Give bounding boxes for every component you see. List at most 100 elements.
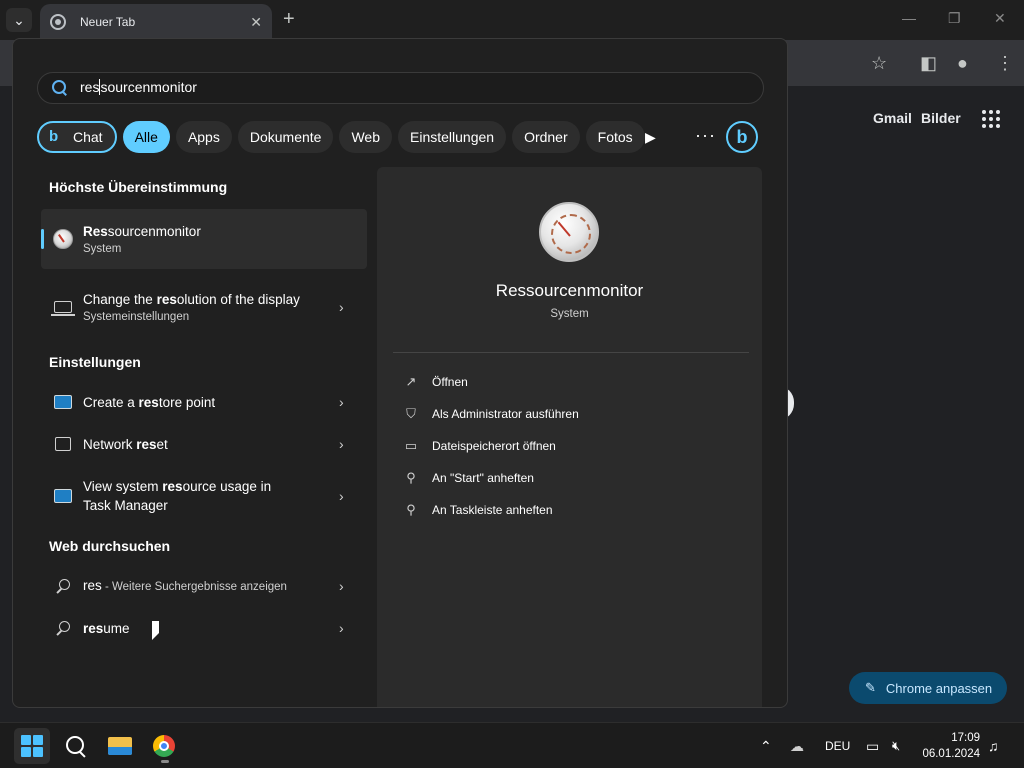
taskbar-clock[interactable]: 17:09 06.01.2024 [918, 730, 980, 762]
filter-chip-label: Einstellungen [410, 129, 495, 145]
action-label: An "Start" anheften [432, 471, 534, 485]
result-title: View system resource usage in [83, 479, 272, 494]
mouse-cursor [152, 621, 159, 640]
profile-icon[interactable]: ● [957, 53, 968, 74]
customize-chrome-button[interactable]: ✎ Chrome anpassen [849, 672, 1007, 704]
chevron-right-icon[interactable]: › [339, 394, 351, 410]
maximize-button[interactable]: ❐ [948, 10, 961, 27]
action-pin-to-start[interactable]: ⚲ An "Start" anheften [403, 468, 534, 488]
taskbar: ⌃ ☁ DEU ▭ 🔇︎ 17:09 06.01.2024 ♫ [0, 722, 1024, 768]
file-explorer-button[interactable] [102, 728, 138, 764]
result-title: Create a restore point [83, 394, 216, 410]
search-input[interactable]: ressourcenmonitor [37, 72, 764, 104]
filter-chip-label: Fotos [597, 129, 633, 145]
windows-search-flyout: ressourcenmonitor b Chat Alle Apps Dokum… [12, 38, 788, 708]
action-label: Dateispeicherort öffnen [432, 439, 556, 453]
clock-time: 17:09 [951, 732, 980, 744]
customize-chrome-label: Chrome anpassen [885, 680, 993, 696]
chevron-right-icon[interactable]: › [339, 436, 351, 452]
monitor-icon [53, 486, 73, 506]
resource-monitor-large-icon [539, 202, 599, 262]
result-create-restore-point[interactable]: Create a restore point › [41, 383, 367, 421]
bing-icon[interactable]: b [726, 121, 758, 153]
action-label: An Taskleiste anheften [432, 503, 553, 517]
network-status-icon[interactable]: ▭ [866, 723, 879, 768]
preview-subtitle: System [550, 308, 589, 320]
action-open[interactable]: ↗ Öffnen [403, 372, 468, 392]
result-web-resume[interactable]: resume › [41, 609, 367, 647]
open-external-icon: ↗ [405, 374, 417, 389]
new-tab-button[interactable]: + [283, 8, 295, 30]
chevron-right-icon[interactable]: › [339, 578, 351, 594]
filter-chip-photos[interactable]: Fotos [585, 121, 645, 153]
tab-search-button[interactable]: ⌄ [6, 8, 32, 32]
close-window-button[interactable]: ✕ [994, 10, 1006, 27]
chrome-taskbar-button[interactable] [146, 728, 182, 764]
result-title: Change the resolution of the display [83, 291, 300, 307]
action-label: Öffnen [432, 375, 468, 389]
filter-chip-apps[interactable]: Apps [175, 121, 232, 153]
images-link[interactable]: Bilder [921, 110, 961, 126]
pin-icon: ⚲ [406, 470, 416, 485]
result-view-resource-usage[interactable]: View system resource usage in Task Manag… [41, 469, 367, 523]
divider [393, 352, 749, 353]
result-title: Ressourcenmonitor [83, 223, 201, 239]
volume-muted-icon[interactable]: 🔇︎ [892, 723, 900, 768]
show-hidden-icons-chevron[interactable]: ⌃ [760, 723, 772, 768]
notification-bell-icon[interactable]: ♫ [988, 723, 999, 768]
result-title: res - Weitere Suchergebnisse anzeigen [83, 577, 287, 593]
google-apps-icon[interactable] [982, 110, 1000, 128]
resource-monitor-icon [53, 229, 73, 249]
folder-icon: ▭ [404, 438, 418, 453]
settings-heading: Einstellungen [49, 354, 141, 370]
tab-close-icon[interactable]: ✕ [250, 14, 262, 31]
onedrive-icon[interactable]: ☁ [790, 723, 804, 768]
filter-chip-folders[interactable]: Ordner [512, 121, 580, 153]
filter-chip-label: Apps [187, 129, 220, 145]
result-network-reset[interactable]: Network reset › [41, 425, 367, 463]
result-change-resolution[interactable]: Change the resolution of the display Sys… [41, 277, 367, 337]
start-button[interactable] [14, 728, 50, 764]
chevron-right-icon[interactable]: › [339, 299, 351, 315]
search-icon [53, 576, 73, 596]
web-search-heading: Web durchsuchen [49, 538, 171, 554]
file-explorer-icon [108, 737, 132, 755]
bookmark-star-icon[interactable]: ☆ [871, 53, 887, 74]
chrome-icon [153, 735, 175, 757]
action-label: Als Administrator ausführen [432, 407, 579, 421]
result-title: Network reset [83, 436, 168, 452]
action-pin-to-taskbar[interactable]: ⚲ An Taskleiste anheften [403, 500, 553, 520]
more-filters-play-icon[interactable]: ▶ [645, 129, 656, 146]
best-match-heading: Höchste Übereinstimmung [49, 179, 228, 195]
search-query: ressourcenmonitor [80, 78, 197, 96]
result-web-res[interactable]: res - Weitere Suchergebnisse anzeigen › [41, 567, 367, 605]
side-panel-icon[interactable]: ◧ [920, 53, 937, 74]
action-run-as-admin[interactable]: ⛉ Als Administrator ausführen [403, 404, 579, 424]
more-options-icon[interactable]: ··· [695, 125, 716, 146]
filter-chip-all[interactable]: Alle [122, 121, 170, 153]
chevron-right-icon[interactable]: › [339, 488, 351, 504]
filter-chip-label: Chat [73, 129, 103, 145]
taskbar-search-button[interactable] [58, 728, 94, 764]
pin-icon: ⚲ [406, 502, 416, 517]
laptop-icon [51, 297, 75, 317]
result-title-line2: Task Manager [83, 498, 168, 513]
chevron-right-icon[interactable]: › [339, 620, 351, 636]
result-preview-pane: Ressourcenmonitor System ↗ Öffnen ⛉ Als … [377, 167, 762, 707]
gmail-link[interactable]: Gmail [873, 110, 912, 126]
tab-new-tab[interactable]: Neuer Tab ✕ [40, 4, 272, 40]
tab-strip: ⌄ Neuer Tab ✕ + — ❐ ✕ [0, 0, 1024, 40]
filter-chip-chat[interactable]: b Chat [37, 121, 117, 153]
language-indicator[interactable]: DEU [825, 723, 850, 768]
search-icon [52, 80, 68, 96]
browser-menu-icon[interactable]: ⋮ [996, 53, 1014, 74]
search-filter-bar: b Chat Alle Apps Dokumente Web Einstellu… [37, 121, 651, 153]
filter-chip-label: Alle [134, 129, 158, 145]
filter-chip-web[interactable]: Web [339, 121, 392, 153]
result-resource-monitor[interactable]: Ressourcenmonitor System [41, 209, 367, 269]
network-icon [53, 434, 73, 454]
minimize-button[interactable]: — [902, 10, 916, 26]
filter-chip-documents[interactable]: Dokumente [237, 121, 334, 153]
filter-chip-settings[interactable]: Einstellungen [398, 121, 507, 153]
action-open-file-location[interactable]: ▭ Dateispeicherort öffnen [403, 436, 556, 456]
